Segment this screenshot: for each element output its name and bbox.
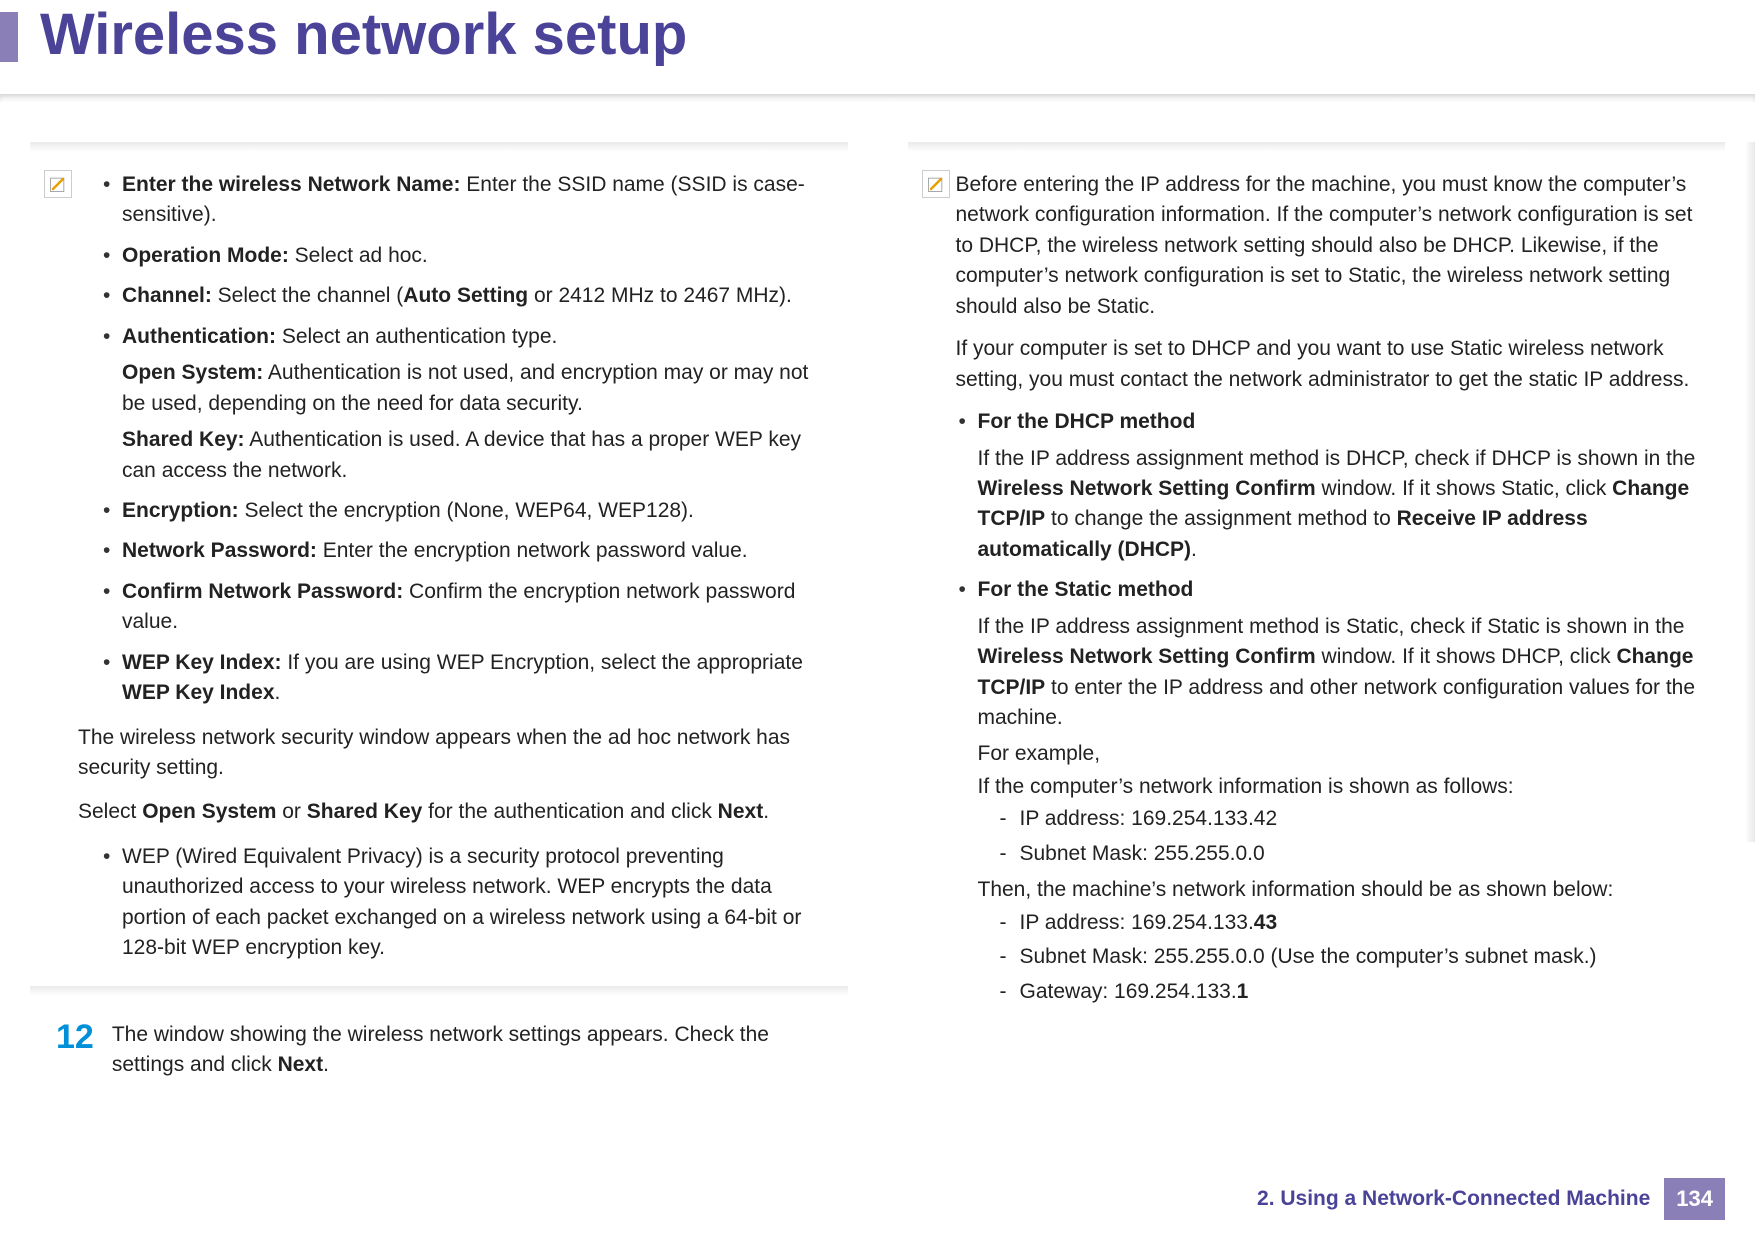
text: Select ad hoc. xyxy=(289,244,428,267)
text: IP address: 169.254.133. xyxy=(1020,911,1254,934)
text: . xyxy=(763,800,769,823)
left-column: Enter the wireless Network Name: Enter t… xyxy=(30,142,848,1081)
label: Shared Key: xyxy=(122,428,245,451)
item-wep-key-index: WEP Key Index: If you are using WEP Encr… xyxy=(100,648,838,709)
static-method: For the Static method If the IP address … xyxy=(956,575,1716,1007)
next-label: Next xyxy=(278,1053,324,1076)
method-list: For the DHCP method If the IP address as… xyxy=(956,407,1716,1007)
static-desc: If the IP address assignment method is S… xyxy=(978,612,1716,734)
right-edge-shade xyxy=(1745,142,1755,842)
text: Select the encryption (None, WEP64, WEP1… xyxy=(239,499,694,522)
text: If you are using WEP Encryption, select … xyxy=(282,651,803,674)
computer-info-list: IP address: 169.254.133.42 Subnet Mask: … xyxy=(978,804,1716,869)
machine-info-list: IP address: 169.254.133.43 Subnet Mask: … xyxy=(978,908,1716,1007)
step-number: 12 xyxy=(56,1020,94,1054)
label: WEP Key Index: xyxy=(122,651,282,674)
gw-bold: 1 xyxy=(1237,980,1249,1003)
text: Gateway: 169.254.133. xyxy=(1020,980,1237,1003)
label: Open System: xyxy=(122,361,263,384)
ip-intro-1: Before entering the IP address for the m… xyxy=(956,170,1716,322)
settings-list: Enter the wireless Network Name: Enter t… xyxy=(100,170,838,709)
text: If the IP address assignment method is S… xyxy=(978,615,1685,638)
page-title: Wireless network setup xyxy=(40,0,1755,64)
label: Channel: xyxy=(122,284,212,307)
item-ssid: Enter the wireless Network Name: Enter t… xyxy=(100,170,838,231)
label: Enter the wireless Network Name: xyxy=(122,173,460,196)
item-network-password: Network Password: Enter the encryption n… xyxy=(100,536,838,566)
dhcp-desc: If the IP address assignment method is D… xyxy=(978,444,1716,566)
text: or 2412 MHz to 2467 MHz). xyxy=(528,284,792,307)
label: Operation Mode: xyxy=(122,244,289,267)
text: for the authentication and click xyxy=(422,800,717,823)
static-heading: For the Static method xyxy=(978,578,1194,601)
note-icon xyxy=(44,170,72,198)
ip-bold: 43 xyxy=(1254,911,1277,934)
text: Select an authentication type. xyxy=(276,325,557,348)
item-encryption: Encryption: Select the encryption (None,… xyxy=(100,496,838,526)
note-icon xyxy=(922,170,950,198)
text: to change the assignment method to xyxy=(1045,507,1396,530)
header-accent xyxy=(0,12,18,62)
label: Encryption: xyxy=(122,499,239,522)
text: window. If it shows Static, click xyxy=(1316,477,1612,500)
item-operation-mode: Operation Mode: Select ad hoc. xyxy=(100,241,838,271)
auto-setting: Auto Setting xyxy=(403,284,528,307)
text: Select xyxy=(78,800,142,823)
wep-desc-list: WEP (Wired Equivalent Privacy) is a secu… xyxy=(100,842,838,964)
wep-description: WEP (Wired Equivalent Privacy) is a secu… xyxy=(100,842,838,964)
right-column: Before entering the IP address for the m… xyxy=(908,142,1726,1081)
right-content: Before entering the IP address for the m… xyxy=(908,170,1726,1007)
auth-shared: Shared Key: Authentication is used. A de… xyxy=(122,425,838,486)
computer-mask: Subnet Mask: 255.255.0.0 xyxy=(1000,839,1716,869)
item-channel: Channel: Select the channel (Auto Settin… xyxy=(100,281,838,311)
machine-ip: IP address: 169.254.133.43 xyxy=(1000,908,1716,938)
text: If the IP address assignment method is D… xyxy=(978,447,1696,470)
wep-key-index: WEP Key Index xyxy=(122,681,275,704)
text: . xyxy=(275,681,281,704)
auth-open: Open System: Authentication is not used,… xyxy=(122,358,838,419)
label: Authentication: xyxy=(122,325,276,348)
text: Enter the encryption network password va… xyxy=(317,539,748,562)
item-authentication: Authentication: Select an authentication… xyxy=(100,322,838,486)
computer-ip: IP address: 169.254.133.42 xyxy=(1000,804,1716,834)
next-label: Next xyxy=(718,800,764,823)
header-divider xyxy=(0,94,1755,102)
page-footer: 2. Using a Network-Connected Machine 134 xyxy=(1257,1178,1725,1220)
ip-intro-2: If your computer is set to DHCP and you … xyxy=(956,334,1716,395)
left-content: Enter the wireless Network Name: Enter t… xyxy=(30,170,848,964)
open-system: Open System xyxy=(142,800,276,823)
label: Confirm Network Password: xyxy=(122,580,403,603)
shared-key: Shared Key xyxy=(307,800,423,823)
dhcp-method: For the DHCP method If the IP address as… xyxy=(956,407,1716,565)
machine-info-lead: Then, the machine’s network information … xyxy=(978,875,1716,905)
text: or xyxy=(276,800,306,823)
machine-gateway: Gateway: 169.254.133.1 xyxy=(1000,977,1716,1007)
column-top-shade xyxy=(908,142,1726,152)
window-name: Wireless Network Setting Confirm xyxy=(978,645,1316,668)
select-auth-note: Select Open System or Shared Key for the… xyxy=(78,797,838,827)
text: The window showing the wireless network … xyxy=(112,1023,769,1076)
computer-info-lead: If the computer’s network information is… xyxy=(978,772,1716,802)
content-columns: Enter the wireless Network Name: Enter t… xyxy=(0,102,1755,1081)
security-window-note: The wireless network security window app… xyxy=(78,723,838,784)
dhcp-heading: For the DHCP method xyxy=(978,410,1196,433)
text: window. If it shows DHCP, click xyxy=(1316,645,1617,668)
machine-mask: Subnet Mask: 255.255.0.0 (Use the comput… xyxy=(1000,942,1716,972)
page-header: Wireless network setup xyxy=(0,0,1755,90)
footer-page-number: 134 xyxy=(1664,1178,1725,1220)
text: Select the channel ( xyxy=(212,284,403,307)
text: . xyxy=(1191,538,1197,561)
text: . xyxy=(323,1053,329,1076)
example-label: For example, xyxy=(978,739,1716,769)
column-top-shade xyxy=(30,142,848,152)
label: Network Password: xyxy=(122,539,317,562)
column-bottom-shade xyxy=(30,986,848,996)
footer-chapter: 2. Using a Network-Connected Machine xyxy=(1257,1187,1650,1211)
text: to enter the IP address and other networ… xyxy=(978,676,1696,729)
item-confirm-password: Confirm Network Password: Confirm the en… xyxy=(100,577,838,638)
step-text: The window showing the wireless network … xyxy=(112,1020,838,1081)
window-name: Wireless Network Setting Confirm xyxy=(978,477,1316,500)
step-12: 12 The window showing the wireless netwo… xyxy=(30,1020,848,1081)
